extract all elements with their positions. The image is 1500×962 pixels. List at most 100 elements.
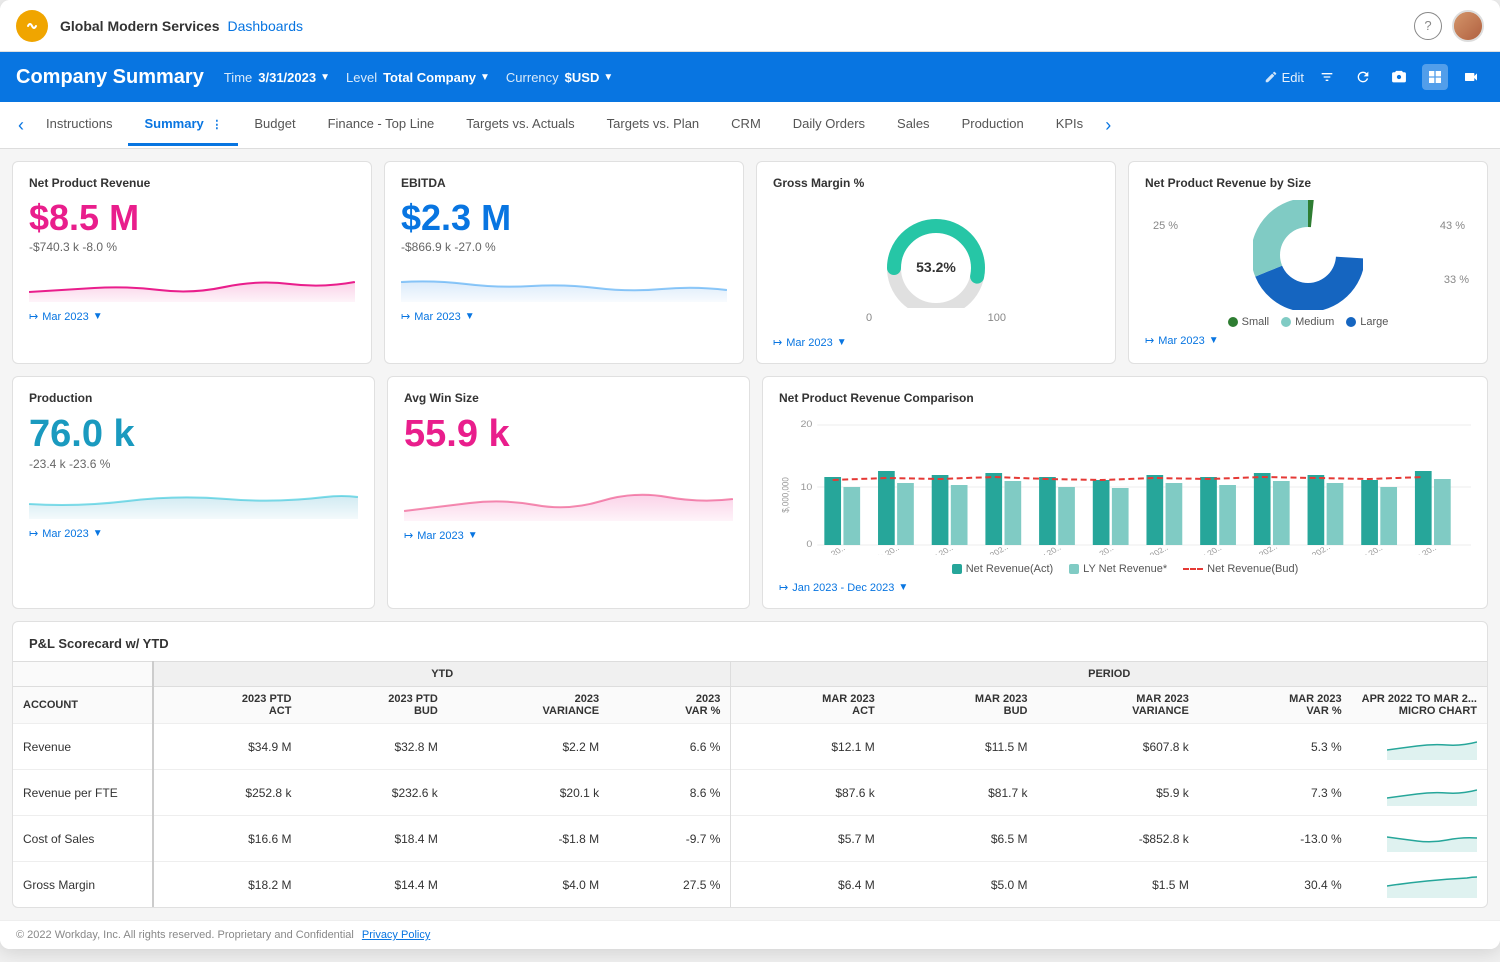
gross-margin-ytd-act: $18.2 M — [153, 862, 301, 908]
bar-chart-legend: Net Revenue(Act) LY Net Revenue* Net Rev… — [779, 563, 1471, 575]
revenue-ytd-varp: 6.6 % — [609, 724, 731, 770]
ebitda-footer[interactable]: ↦ Mar 2023 ▼ — [401, 310, 727, 323]
per-var-header: MAR 2023VARIANCE — [1038, 687, 1199, 724]
legend-large-dot — [1346, 317, 1356, 327]
gross-margin-per-bud: $5.0 M — [885, 862, 1038, 908]
nav-company: Global Modern Services — [60, 18, 220, 34]
comparison-footer[interactable]: ↦ Jan 2023 - Dec 2023 ▼ — [779, 581, 1471, 594]
tab-prev-button[interactable]: ‹ — [12, 102, 30, 148]
revenue-fte-ytd-var: $20.1 k — [448, 770, 609, 816]
net-revenue-by-size-card: Net Product Revenue by Size 25 % 43 % 33… — [1128, 161, 1488, 364]
tab-daily-orders[interactable]: Daily Orders — [777, 104, 881, 146]
production-footer-chevron-icon: ▼ — [93, 528, 103, 539]
revenue-fte-ytd-act: $252.8 k — [153, 770, 301, 816]
workday-logo — [16, 10, 48, 42]
ebitda-card: EBITDA $2.3 M -$866.9 k -27.0 % ↦ Mar 20… — [384, 161, 744, 364]
time-value[interactable]: 3/31/2023 ▼ — [258, 70, 330, 85]
revenue-per-act: $12.1 M — [731, 724, 885, 770]
comparison-footer-chevron-icon: ▼ — [898, 582, 908, 593]
legend-bud-line — [1183, 568, 1203, 570]
production-footer[interactable]: ↦ Mar 2023 ▼ — [29, 527, 358, 540]
avg-win-size-chart — [404, 481, 733, 521]
legend-ly-sq — [1069, 564, 1079, 574]
ebitda-chart — [401, 262, 727, 302]
cos-per-varp: -13.0 % — [1199, 816, 1352, 862]
currency-value[interactable]: $USD ▼ — [565, 70, 614, 85]
per-varp-header: MAR 2023VAR % — [1199, 687, 1352, 724]
net-revenue-comparison-title: Net Product Revenue Comparison — [779, 391, 1471, 405]
gross-margin-footer[interactable]: ↦ Mar 2023 ▼ — [773, 336, 1099, 349]
tab-finance-top-line[interactable]: Finance - Top Line — [312, 104, 451, 146]
ytd-var-header: 2023VARIANCE — [448, 687, 609, 724]
main-content: Net Product Revenue $8.5 M -$740.3 k -8.… — [0, 149, 1500, 920]
time-label: Time — [224, 70, 252, 85]
size-legend: Small Medium Large — [1145, 316, 1471, 328]
svg-text:20: 20 — [800, 420, 812, 430]
edit-button[interactable]: Edit — [1264, 70, 1304, 85]
tab-targets-plan[interactable]: Targets vs. Plan — [591, 104, 716, 146]
video-icon[interactable] — [1458, 64, 1484, 90]
revenue-fte-per-bud: $81.7 k — [885, 770, 1038, 816]
grid-icon[interactable] — [1422, 64, 1448, 90]
gross-margin-footer-arrow-icon: ↦ — [773, 336, 782, 349]
gross-margin-per-var: $1.5 M — [1038, 862, 1199, 908]
cos-ytd-var: -$1.8 M — [448, 816, 609, 862]
gross-margin-per-act: $6.4 M — [731, 862, 885, 908]
nav-help-button[interactable]: ? — [1414, 12, 1442, 40]
tab-crm[interactable]: CRM — [715, 104, 777, 146]
filter-icon[interactable] — [1314, 64, 1340, 90]
net-product-revenue-chart — [29, 262, 355, 302]
cos-per-bud: $6.5 M — [885, 816, 1038, 862]
micro-chart-header: APR 2022 TO MAR 2...MICRO CHART — [1352, 687, 1487, 724]
period-group-header: PERIOD — [731, 662, 1487, 687]
tab-summary[interactable]: Summary ⋮ — [128, 104, 238, 146]
production-delta: -23.4 k -23.6 % — [29, 457, 358, 471]
currency-chevron-icon: ▼ — [603, 72, 613, 83]
revenue-account: Revenue — [13, 724, 153, 770]
tab-budget[interactable]: Budget — [238, 104, 311, 146]
tab-kpis[interactable]: KPIs — [1040, 104, 1099, 146]
tab-production[interactable]: Production — [946, 104, 1040, 146]
revenue-per-var: $607.8 k — [1038, 724, 1199, 770]
revenue-fte-ytd-varp: 8.6 % — [609, 770, 731, 816]
nav-dashboards[interactable]: Dashboards — [228, 18, 304, 34]
net-revenue-by-size-footer[interactable]: ↦ Mar 2023 ▼ — [1145, 334, 1471, 347]
revenue-per-varp: 5.3 % — [1199, 724, 1352, 770]
cos-per-var: -$852.8 k — [1038, 816, 1199, 862]
ytd-act-header: 2023 PTDACT — [153, 687, 301, 724]
net-product-revenue-footer[interactable]: ↦ Mar 2023 ▼ — [29, 310, 355, 323]
cards-row-2: Production 76.0 k -23.4 k -23.6 % ↦ Mar … — [12, 376, 1488, 609]
avg-win-footer-arrow-icon: ↦ — [404, 529, 413, 542]
nav-avatar[interactable] — [1452, 10, 1484, 42]
tab-next-button[interactable]: › — [1099, 102, 1117, 148]
table-row: Revenue per FTE $252.8 k $232.6 k $20.1 … — [13, 770, 1487, 816]
header-actions: Edit — [1264, 64, 1484, 90]
tab-instructions[interactable]: Instructions — [30, 104, 128, 146]
revenue-ytd-bud: $32.8 M — [301, 724, 447, 770]
pl-scorecard-table: YTD PERIOD ACCOUNT 2023 PTDACT 2023 PTDB… — [13, 661, 1487, 907]
time-param: Time 3/31/2023 ▼ — [224, 70, 330, 85]
legend-net-revenue-bud: Net Revenue(Bud) — [1183, 563, 1298, 575]
production-value: 76.0 k — [29, 415, 358, 453]
avg-win-size-footer[interactable]: ↦ Mar 2023 ▼ — [404, 529, 733, 542]
legend-medium-dot — [1281, 317, 1291, 327]
copyright-text: © 2022 Workday, Inc. All rights reserved… — [16, 929, 354, 941]
level-chevron-icon: ▼ — [480, 72, 490, 83]
footer-chevron-icon: ▼ — [93, 311, 103, 322]
pct-25-label: 25 % — [1153, 220, 1178, 232]
legend-small: Small — [1228, 316, 1270, 328]
tab-summary-menu-icon[interactable]: ⋮ — [211, 119, 222, 131]
revenue-per-bud: $11.5 M — [885, 724, 1038, 770]
cos-ytd-varp: -9.7 % — [609, 816, 731, 862]
tab-targets-actuals[interactable]: Targets vs. Actuals — [450, 104, 590, 146]
gross-margin-ytd-var: $4.0 M — [448, 862, 609, 908]
legend-act-sq — [952, 564, 962, 574]
svg-text:0: 0 — [806, 540, 813, 550]
net-revenue-comparison-card: Net Product Revenue Comparison 20 10 0 $… — [762, 376, 1488, 609]
camera-icon[interactable] — [1386, 64, 1412, 90]
privacy-policy-link[interactable]: Privacy Policy — [362, 929, 430, 941]
level-value[interactable]: Total Company ▼ — [383, 70, 490, 85]
size-footer-chevron-icon: ▼ — [1209, 335, 1219, 346]
refresh-icon[interactable] — [1350, 64, 1376, 90]
tab-sales[interactable]: Sales — [881, 104, 946, 146]
